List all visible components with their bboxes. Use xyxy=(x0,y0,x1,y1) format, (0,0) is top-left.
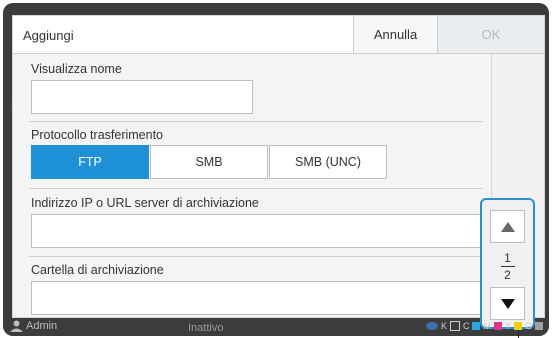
divider xyxy=(29,188,483,189)
page-fraction-line xyxy=(500,266,515,267)
dialog-header: Aggiungi Annulla OK xyxy=(13,16,544,54)
add-dialog: Aggiungi Annulla OK Visualizza nome Prot… xyxy=(12,15,545,318)
triangle-up-icon xyxy=(500,221,515,232)
divider xyxy=(29,256,483,257)
toner-g-level xyxy=(535,322,543,330)
ok-button[interactable]: OK xyxy=(437,16,544,53)
scroll-down-button[interactable] xyxy=(490,287,525,320)
toner-y-level xyxy=(513,322,522,330)
toner-levels: K C M Y G xyxy=(425,321,543,331)
toner-c-label: C xyxy=(462,321,470,331)
ink-icon xyxy=(425,322,438,330)
toner-k-label: K xyxy=(440,321,447,331)
protocol-smb-unc-button[interactable]: SMB (UNC) xyxy=(269,145,387,179)
toner-k-level xyxy=(449,321,460,331)
user-icon xyxy=(10,320,23,332)
toner-m-label: M xyxy=(483,321,491,331)
toner-y-label: Y xyxy=(504,321,511,331)
page-scroll-control: 1 2 xyxy=(480,198,535,329)
toner-g-label: G xyxy=(524,321,532,331)
server-address-field[interactable] xyxy=(31,214,483,248)
machine-status: Inattivo xyxy=(188,322,224,334)
folder-field[interactable] xyxy=(31,281,483,315)
triangle-down-icon xyxy=(500,298,515,309)
form-content: Visualizza nome Protocollo trasferimento… xyxy=(13,54,491,317)
protocol-smb-button[interactable]: SMB xyxy=(150,145,268,179)
server-address-label: Indirizzo IP o URL server di archiviazio… xyxy=(31,196,259,210)
divider xyxy=(29,121,483,122)
protocol-ftp-button[interactable]: FTP xyxy=(31,145,149,179)
page-current: 1 xyxy=(504,251,511,265)
toner-c-level xyxy=(472,322,481,330)
dialog-title: Aggiungi xyxy=(23,28,74,43)
display-name-label: Visualizza nome xyxy=(31,62,122,76)
folder-label: Cartella di archiviazione xyxy=(31,263,164,277)
user-indicator[interactable]: Admin xyxy=(10,320,57,332)
page-total: 2 xyxy=(504,268,511,282)
page-indicator: 1 2 xyxy=(482,252,533,281)
toner-m-level xyxy=(493,322,502,330)
protocol-label: Protocollo trasferimento xyxy=(31,128,164,142)
scroll-up-button[interactable] xyxy=(490,210,525,243)
display-name-field[interactable] xyxy=(31,80,253,114)
user-name: Admin xyxy=(26,320,58,332)
status-bar: Admin Inattivo K C M Y G xyxy=(10,320,543,338)
cancel-button[interactable]: Annulla xyxy=(353,16,437,53)
